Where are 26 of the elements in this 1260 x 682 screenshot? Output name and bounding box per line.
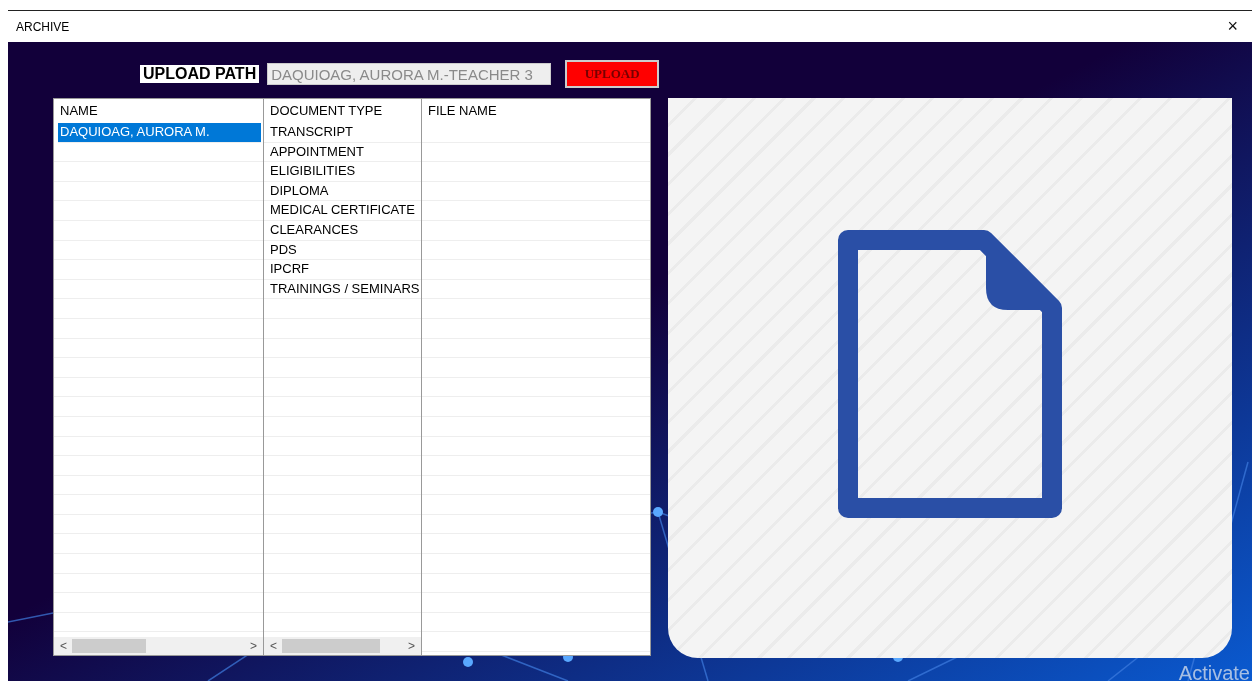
activation-notice: Activate [1178, 662, 1250, 681]
horizontal-scrollbar[interactable]: < > [54, 637, 263, 655]
column-header: NAME [59, 102, 99, 120]
horizontal-scrollbar[interactable]: < > [264, 637, 421, 655]
close-button[interactable]: × [1223, 16, 1242, 37]
document-type-item[interactable]: CLEARANCES [264, 220, 421, 241]
document-type-item[interactable]: PDS [264, 240, 421, 261]
upload-path-label: UPLOAD PATH [140, 65, 260, 83]
document-type-item[interactable]: DIPLOMA [264, 181, 421, 202]
scroll-right-button[interactable]: > [402, 639, 421, 653]
document-type-item[interactable]: APPOINTMENT [264, 142, 421, 163]
document-type-item[interactable]: TRANSCRIPT [264, 123, 421, 143]
column-header: DOCUMENT TYPE [269, 102, 384, 120]
document-type-item[interactable]: ELIGIBILITIES [264, 162, 421, 182]
document-icon [836, 228, 1064, 520]
scrollbar-thumb[interactable] [282, 639, 380, 653]
column-header: FILE NAME [427, 102, 498, 120]
scroll-left-button[interactable]: < [264, 639, 283, 653]
scroll-left-button[interactable]: < [54, 639, 73, 653]
document-type-item[interactable]: MEDICAL CERTIFICATE [264, 201, 421, 221]
name-list-item[interactable]: DAQUIOAG, AURORA M. [58, 123, 261, 143]
document-type-item[interactable]: TRAININGS / SEMINARS [264, 279, 421, 300]
scrollbar-thumb[interactable] [72, 639, 146, 653]
scroll-right-button[interactable]: > [244, 639, 263, 653]
window-title: ARCHIVE [16, 19, 70, 34]
document-type-item[interactable]: IPCRF [264, 260, 421, 280]
